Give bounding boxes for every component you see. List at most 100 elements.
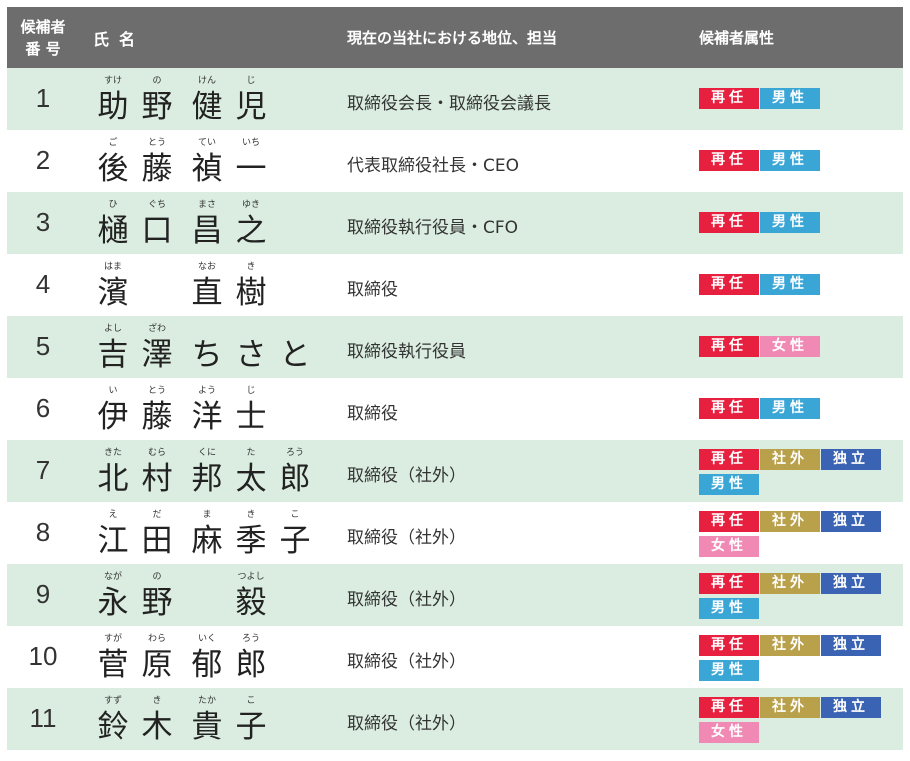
- name-character: よう洋: [185, 384, 229, 436]
- name-character: よし吉: [91, 322, 135, 374]
- name-character: いく郁: [185, 632, 229, 684]
- name-ruby: よう: [197, 386, 216, 396]
- name-ruby: なお: [197, 262, 216, 272]
- candidate-position: 取締役: [347, 404, 398, 424]
- name-character: なが永: [91, 570, 135, 622]
- candidate-attributes: 再任 男性: [699, 150, 899, 175]
- name-character: ご後: [91, 136, 135, 188]
- candidate-position: 取締役会長・取締役会議長: [347, 94, 551, 114]
- name-kanji: 藤: [141, 399, 173, 435]
- candidate-number: 3: [35, 207, 51, 237]
- candidate-name: すが菅わら原いく郁ろう郎: [91, 632, 331, 688]
- name-ruby: こ: [246, 696, 256, 706]
- candidate-position: 取締役（社外）: [347, 466, 466, 486]
- name-kanji: 一: [235, 151, 267, 187]
- name-kanji: 洋: [191, 399, 223, 435]
- name-ruby: こ: [290, 510, 300, 520]
- name-kanji: 禎: [191, 151, 223, 187]
- name-character: とう藤: [135, 136, 179, 188]
- name-character: きた北: [91, 446, 135, 498]
- name-ruby: まさ: [197, 200, 216, 210]
- name-character: ろう郎: [273, 446, 317, 498]
- name-character: え江: [91, 508, 135, 560]
- attribute-badge-reappoint: 再任: [699, 88, 759, 109]
- name-ruby: とう: [147, 138, 166, 148]
- candidate-number: 11: [29, 703, 57, 733]
- header-number: 候補者 番 号: [7, 16, 79, 60]
- name-kanji: 木: [141, 709, 173, 745]
- name-kanji: 澤: [141, 337, 173, 373]
- name-character: き季: [229, 508, 273, 560]
- name-ruby: き: [246, 262, 256, 272]
- name-character: き樹: [229, 260, 273, 312]
- name-character: こ子: [229, 694, 273, 746]
- table-row: 4 はま濱なお直き樹取締役 再任 男性: [7, 254, 903, 316]
- candidate-number: 4: [35, 269, 51, 299]
- candidate-number: 9: [35, 579, 51, 609]
- candidate-name: ご後とう藤てい禎いち一: [91, 136, 331, 192]
- candidate-attributes: 再任 女性: [699, 336, 899, 361]
- name-character: ち: [185, 322, 229, 374]
- name-kanji: 田: [141, 523, 173, 559]
- candidate-name: ひ樋ぐち口まさ昌ゆき之: [91, 198, 331, 254]
- candidate-number: 10: [28, 641, 58, 671]
- name-kanji: ち: [191, 337, 223, 373]
- name-character: とう藤: [135, 384, 179, 436]
- name-ruby: き: [152, 696, 162, 706]
- candidate-table: 候補者 番 号 氏名 現在の当社における地位、担当 候補者属性 1 すけ助の野けん…: [7, 7, 903, 750]
- candidate-position: 取締役（社外）: [347, 652, 466, 672]
- name-ruby: たか: [197, 696, 216, 706]
- name-kanji: 貴: [191, 709, 223, 745]
- name-kanji: 児: [235, 89, 267, 125]
- candidate-attributes: 再任 社外 独立男性: [699, 635, 899, 685]
- candidate-attributes: 再任 男性: [699, 398, 899, 423]
- name-kanji: 邦: [191, 461, 223, 497]
- name-ruby: [229, 322, 273, 336]
- candidate-name: よし吉ざわ澤ちさと: [91, 322, 331, 378]
- candidate-position: 取締役（社外）: [347, 714, 466, 734]
- name-character: ゆき之: [229, 198, 273, 250]
- attribute-badge-male: 男性: [699, 660, 759, 681]
- header-position: 現在の当社における地位、担当: [347, 29, 558, 47]
- attribute-badge-reappoint: 再任: [699, 398, 759, 419]
- name-kanji: 毅: [235, 585, 267, 621]
- table-body: 1 すけ助の野けん健じ児取締役会長・取締役会議長 再任 男性 2 ご後とう藤てい禎いち一代…: [7, 68, 903, 750]
- name-ruby: ろう: [285, 448, 304, 458]
- name-ruby: わら: [147, 634, 166, 644]
- table-row: 2 ご後とう藤てい禎いち一代表取締役社長・CEO 再任 男性: [7, 130, 903, 192]
- name-kanji: 昌: [191, 213, 223, 249]
- name-ruby: むら: [147, 448, 166, 458]
- name-kanji: 野: [141, 89, 173, 125]
- candidate-name: きた北むら村くに邦た太ろう郎: [91, 446, 331, 502]
- name-kanji: さ: [235, 337, 267, 373]
- name-ruby: [273, 322, 317, 336]
- candidate-name: なが永の野つよし毅: [91, 570, 331, 626]
- name-ruby: いち: [241, 138, 260, 148]
- attribute-badge-independent: 独立: [821, 449, 881, 470]
- name-kanji: 之: [235, 213, 267, 249]
- attribute-badge-independent: 独立: [821, 697, 881, 718]
- name-ruby: けん: [197, 76, 216, 86]
- attribute-badge-outside: 社外: [760, 697, 820, 718]
- name-kanji: 健: [191, 89, 223, 125]
- attribute-badge-outside: 社外: [760, 511, 820, 532]
- name-character: い伊: [91, 384, 135, 436]
- attribute-badge-reappoint: 再任: [699, 212, 759, 233]
- header-number-line1: 候補者: [20, 18, 66, 36]
- name-ruby: じ: [246, 386, 256, 396]
- name-kanji: 濱: [97, 275, 129, 311]
- candidate-attributes: 再任 社外 独立女性: [699, 511, 899, 561]
- candidate-attributes: 再任 男性: [699, 274, 899, 299]
- name-ruby: すけ: [103, 76, 122, 86]
- header-attributes: 候補者属性: [699, 29, 775, 47]
- attribute-badge-male: 男性: [760, 150, 820, 171]
- name-character: じ士: [229, 384, 273, 436]
- name-character: き木: [135, 694, 179, 746]
- attribute-badge-female: 女性: [699, 722, 759, 743]
- attribute-badge-reappoint: 再任: [699, 449, 759, 470]
- name-ruby: きた: [103, 448, 122, 458]
- name-character: た太: [229, 446, 273, 498]
- name-kanji: 北: [97, 461, 129, 497]
- name-kanji: 太: [235, 461, 267, 497]
- header-name: 氏名: [93, 30, 146, 49]
